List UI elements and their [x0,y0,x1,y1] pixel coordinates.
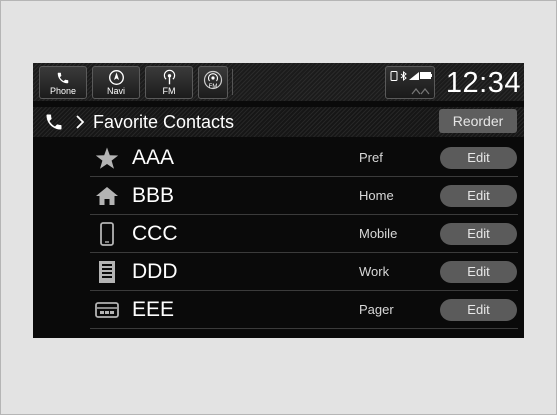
phone-status-icon [390,71,398,81]
contact-row[interactable]: AAA Pref Edit [90,139,518,177]
contact-name: AAA [132,146,175,169]
phone-app-button[interactable]: Phone [39,66,87,99]
work-building-icon [94,260,120,284]
phone-icon [43,112,65,137]
head-unit-screen: Phone Navi FM FM 12:34 Favorite Contacts… [33,63,524,338]
contact-name: DDD [132,260,178,283]
divider [232,69,233,95]
fm-source-label: FM [208,84,218,90]
fm-app-button[interactable]: FM [145,66,193,99]
phone-app-label: Phone [49,86,77,96]
contact-name: EEE [132,298,175,321]
chevron-right-icon [75,114,85,135]
edit-button[interactable]: Edit [440,261,517,283]
navi-app-button[interactable]: Navi [92,66,140,99]
bluetooth-icon [400,71,407,81]
clock: 12:34 [445,67,521,99]
edit-button[interactable]: Edit [440,147,517,169]
contact-type: Home [359,188,394,203]
contact-row[interactable]: BBB Home Edit [90,177,518,215]
contact-row[interactable]: EEE Pager Edit [90,291,518,329]
contact-type: Mobile [359,226,398,241]
reorder-button[interactable]: Reorder [439,109,517,133]
phone-icon [40,69,86,86]
battery-icon [420,72,432,79]
contact-row[interactable]: CCC Mobile Edit [90,215,518,253]
contact-type: Pager [359,302,394,317]
pager-icon [94,298,120,322]
navi-icon [93,69,139,86]
page-header: Favorite Contacts Reorder [33,107,524,137]
status-icons-area[interactable] [385,66,435,99]
contact-name: BBB [132,184,175,207]
edit-button[interactable]: Edit [440,223,517,245]
mobile-icon [94,222,120,246]
fm-audio-source-button[interactable]: FM [198,66,228,99]
navi-app-label: Navi [106,86,125,96]
home-icon [94,184,120,208]
fm-app-label: FM [162,86,176,96]
contact-row[interactable]: DDD Work Edit [90,253,518,291]
rear-seat-indicator-icon [411,88,430,95]
top-status-bar: Phone Navi FM FM 12:34 [33,63,524,101]
edit-button[interactable]: Edit [440,299,517,321]
contact-type: Pref [359,150,383,165]
page-title: Favorite Contacts [93,112,235,132]
contact-type: Work [359,264,390,279]
radio-icon [146,69,192,86]
signal-icon [409,72,419,80]
contact-name: CCC [132,222,178,245]
edit-button[interactable]: Edit [440,185,517,207]
star-icon [94,146,120,170]
